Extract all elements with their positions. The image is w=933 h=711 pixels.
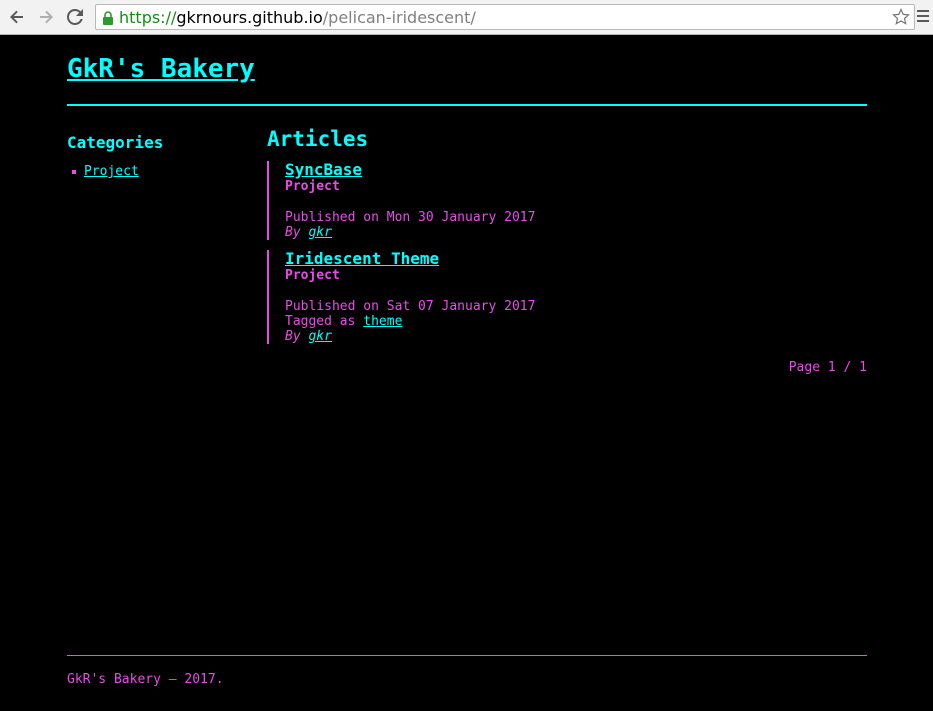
star-icon[interactable] [892, 8, 910, 30]
by-label: By [285, 225, 301, 240]
browser-toolbar: https://gkrnours.github.io/pelican-iride… [0, 0, 933, 35]
author-line: By gkr [285, 329, 867, 344]
categories-heading: Categories [67, 133, 164, 152]
menu-icon[interactable] [917, 8, 929, 28]
address-bar[interactable]: https://gkrnours.github.io/pelican-iride… [95, 4, 915, 30]
author-link[interactable]: gkr [308, 225, 331, 240]
articles-heading: Articles [267, 127, 369, 151]
reload-icon[interactable] [64, 6, 86, 28]
tags-line: Tagged as theme [285, 314, 867, 329]
list-item: Project [67, 164, 139, 180]
article-card: SyncBase Project Published on Mon 30 Jan… [267, 161, 867, 240]
tagged-label: Tagged as [285, 314, 356, 329]
page-content: GkR's Bakery Categories Project Articles… [0, 36, 933, 711]
url-text: https://gkrnours.github.io/pelican-iride… [119, 8, 476, 27]
author-line: By gkr [285, 225, 867, 240]
footer-divider [67, 655, 867, 656]
article-category: Project [285, 268, 340, 283]
publish-date: Published on Sat 07 January 2017 [285, 299, 536, 314]
publish-date: Published on Mon 30 January 2017 [285, 210, 536, 225]
pagination: Page 1 / 1 [788, 360, 867, 375]
lock-icon [102, 10, 114, 29]
header-divider [67, 104, 867, 106]
bullet-icon [72, 170, 76, 174]
forward-arrow-icon[interactable] [35, 6, 57, 28]
by-label: By [285, 329, 301, 344]
category-link-project[interactable]: Project [84, 164, 139, 179]
footer-text: GkR's Bakery — 2017. [67, 672, 224, 687]
article-card: Iridescent Theme Project Published on Sa… [267, 250, 867, 344]
category-list: Project [67, 164, 139, 180]
tag-link-theme[interactable]: theme [363, 314, 402, 329]
back-arrow-icon[interactable] [6, 6, 28, 28]
article-title-link[interactable]: Iridescent Theme [285, 250, 867, 268]
site-title-link[interactable]: GkR's Bakery [67, 54, 255, 84]
article-category: Project [285, 179, 340, 194]
author-link[interactable]: gkr [308, 329, 331, 344]
article-title-link[interactable]: SyncBase [285, 161, 867, 179]
